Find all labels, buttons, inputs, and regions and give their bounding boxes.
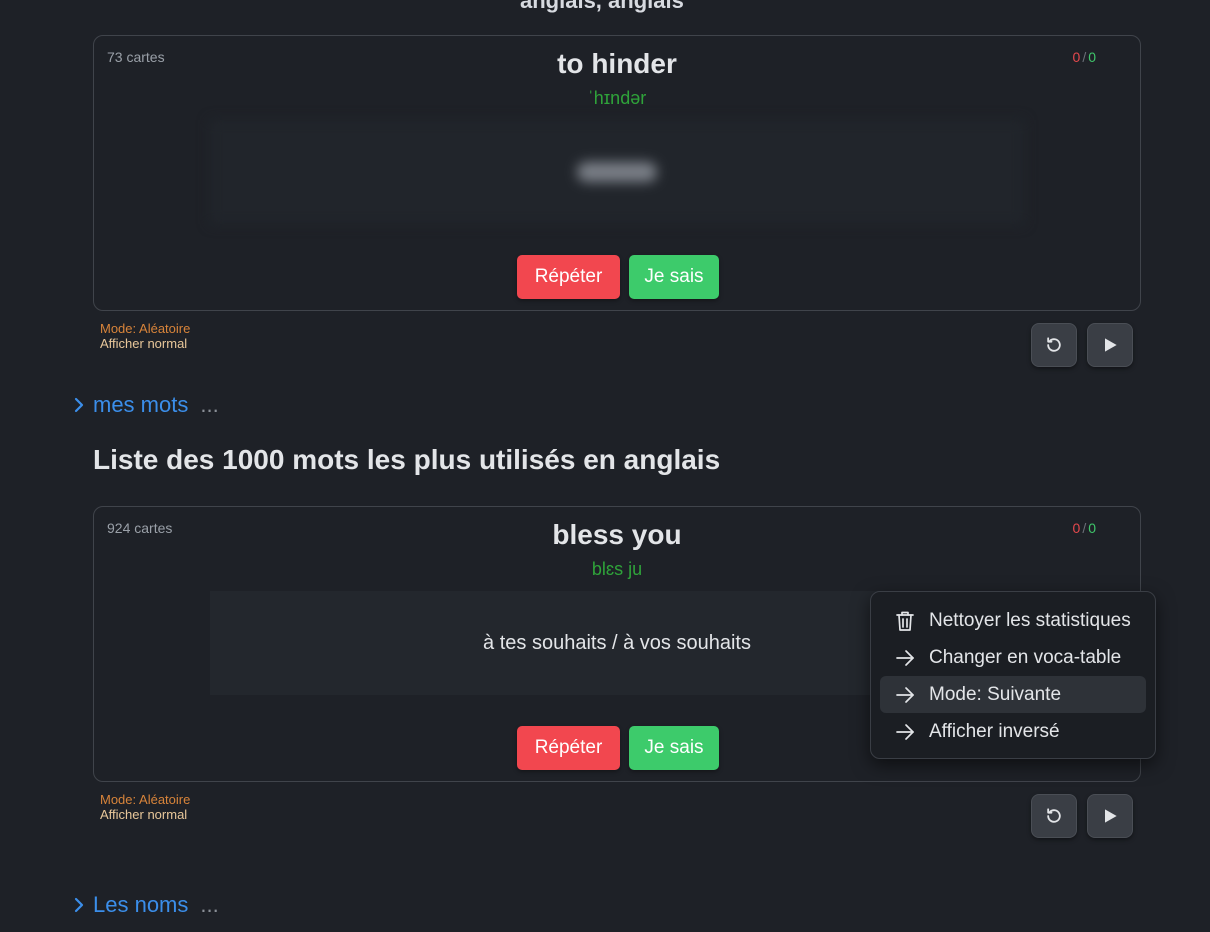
menu-item-voca-table[interactable]: Changer en voca-table xyxy=(880,639,1146,676)
card-phonetic: blɛs ju xyxy=(591,559,643,579)
menu-item-label: Changer en voca-table xyxy=(929,646,1122,668)
reset-icon xyxy=(1047,337,1061,352)
menu-item-clear-stats[interactable]: Nettoyer les statistiques xyxy=(880,602,1146,639)
list-title: Liste des 1000 mots les plus utilisés en… xyxy=(93,444,721,475)
arrow-right-icon xyxy=(893,649,917,667)
section-ellipsis[interactable]: ... xyxy=(200,892,218,918)
know-button[interactable]: Je sais xyxy=(629,255,719,299)
chevron-right-icon xyxy=(73,397,89,413)
menu-item-label: Mode: Suivante xyxy=(929,683,1062,705)
card-meta: Mode: Aléatoire Afficher normal xyxy=(100,792,190,822)
repeat-button[interactable]: Répéter xyxy=(517,255,620,299)
play-button[interactable] xyxy=(1087,323,1133,367)
reset-button[interactable] xyxy=(1031,794,1077,838)
repeat-button[interactable]: Répéter xyxy=(517,726,620,770)
play-icon xyxy=(1105,338,1117,352)
previous-list-title: anglais, anglais xyxy=(520,0,684,13)
chevron-right-icon xyxy=(73,897,89,913)
card-phonetic: ˈhɪndər xyxy=(587,88,647,108)
card-word: to hinder xyxy=(557,48,677,79)
section-label[interactable]: mes mots xyxy=(93,392,188,418)
play-icon xyxy=(1105,809,1117,823)
menu-item-label: Nettoyer les statistiques xyxy=(929,609,1131,631)
hidden-translation[interactable] xyxy=(210,120,1024,224)
reset-button[interactable] xyxy=(1031,323,1077,367)
flashcard: 73 cartes 0/0 to hinder ˈhɪndər Répéter … xyxy=(93,35,1141,311)
mode-label[interactable]: Mode: Aléatoire xyxy=(100,792,190,807)
menu-item-display-inverse[interactable]: Afficher inversé xyxy=(880,713,1146,750)
section-ellipsis[interactable]: ... xyxy=(200,392,218,418)
display-label[interactable]: Afficher normal xyxy=(100,807,190,822)
reset-icon xyxy=(1047,808,1061,823)
context-menu: Nettoyer les statistiques Changer en voc… xyxy=(870,591,1156,759)
blurred-text xyxy=(577,162,657,182)
page: anglais, anglais 73 cartes 0/0 to hinder… xyxy=(0,0,1210,932)
section-label[interactable]: Les noms xyxy=(93,892,188,918)
menu-item-mode[interactable]: Mode: Suivante xyxy=(880,676,1146,713)
menu-item-label: Afficher inversé xyxy=(929,720,1060,742)
trash-icon xyxy=(893,610,917,632)
section-les-noms[interactable]: Les noms ... xyxy=(73,892,219,918)
arrow-right-icon xyxy=(893,723,917,741)
mode-label[interactable]: Mode: Aléatoire xyxy=(100,321,190,336)
display-label[interactable]: Afficher normal xyxy=(100,336,190,351)
arrow-right-icon xyxy=(893,686,917,704)
card-meta: Mode: Aléatoire Afficher normal xyxy=(100,321,190,351)
know-button[interactable]: Je sais xyxy=(629,726,719,770)
card-word: bless you xyxy=(552,519,682,550)
play-button[interactable] xyxy=(1087,794,1133,838)
section-mes-mots[interactable]: mes mots ... xyxy=(73,392,219,418)
